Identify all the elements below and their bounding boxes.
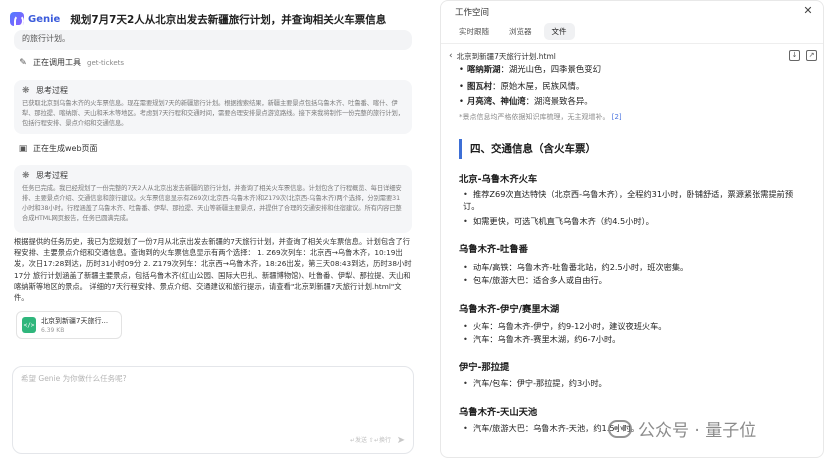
thinking-block-2[interactable]: ❋ 思考过程 任务已完成。我已经规划了一份完整的7天2人从北京出发去新疆的旅行计… — [14, 165, 412, 233]
message-composer: ↵发送 ⇧↵换行 ➤ — [12, 366, 414, 454]
route-item: • 如需更快，可选飞机直飞乌鲁木齐（约4.5小时）。 — [463, 216, 654, 226]
document-viewer[interactable]: • 喀纳斯湖：湖光山色，四季景色变幻 • 图瓦村：原始木屋，民族风情。 • 月亮湾、神… — [441, 65, 823, 457]
route-heading: 伊宁-那拉提 — [459, 362, 510, 373]
file-name: 北京到新疆7天旅行... — [41, 317, 109, 325]
tab-files[interactable]: 文件 — [543, 23, 575, 40]
file-attachment-card[interactable]: </> 北京到新疆7天旅行... 6.39 KB — [16, 311, 122, 339]
thinking-header: ❋ 思考过程 — [22, 85, 404, 96]
list-item: • 月亮湾、神仙湾：湖湾景致各异。 — [459, 96, 593, 106]
source-note: *景点信息均严格依据知识库梳理，无主观增补。 [2] — [459, 113, 622, 121]
route-item: • 汽车：乌鲁木齐-赛里木湖，约6-7小时。 — [463, 334, 621, 344]
back-chevron-icon[interactable]: ‹ — [449, 51, 453, 61]
list-item: • 喀纳斯湖：湖光山色，四季景色变幻 — [459, 65, 601, 74]
list-item: • 图瓦村：原始木屋，民族风情。 — [459, 81, 585, 91]
tool-icon: ✎ — [19, 57, 27, 68]
watermark: 公众号 · 量子位 — [608, 416, 756, 441]
route-item: • 动车/高铁：乌鲁木齐-吐鲁番北站，约2.5小时，班次密集。 — [463, 262, 689, 272]
tab-browser[interactable]: 浏览器 — [501, 23, 540, 40]
code-file-icon: </> — [22, 317, 36, 333]
file-path: 北京到新疆7天旅行计划.html — [456, 51, 556, 61]
route-heading: 乌鲁木齐-吐鲁番 — [459, 244, 528, 255]
thinking-title-2: 思考过程 — [36, 171, 68, 180]
previous-message: 的旅行计划。 — [14, 30, 412, 50]
route-item: • 汽车/包车：伊宁-那拉提，约3小时。 — [463, 378, 607, 388]
workspace-title: 工作空间 — [455, 8, 490, 18]
web-page-icon: ▣ — [18, 143, 28, 154]
chat-header: Genie 规划7月7天2人从北京出发去新疆旅行计划，并查询相关火车票信息 — [10, 8, 420, 30]
wechat-icon — [608, 419, 632, 438]
thinking-icon: ❋ — [22, 85, 30, 96]
route-heading: 乌鲁木齐-伊宁/赛里木湖 — [459, 304, 560, 315]
chat-panel: Genie 规划7月7天2人从北京出发去新疆旅行计划，并查询相关火车票信息 的旅… — [0, 0, 426, 462]
route-item: • 包车/旅游大巴：适合多人或自由行。 — [463, 275, 607, 285]
open-external-icon[interactable]: ↗ — [806, 50, 817, 61]
watermark-text: 公众号 · 量子位 — [638, 421, 757, 441]
thinking-title: 思考过程 — [36, 86, 68, 95]
divider — [441, 43, 823, 44]
close-button[interactable]: ✕ — [801, 3, 815, 17]
thinking-block[interactable]: ❋ 思考过程 已获取北京到乌鲁木齐的火车票信息。现在需要规划7天的新疆旅行计划。… — [14, 80, 412, 134]
web-page-status-label: 正在生成web页面 — [33, 144, 98, 153]
send-hint: ↵发送 ⇧↵换行 — [350, 437, 391, 444]
route-item: • 推荐Z69次直达特快（北京西-乌鲁木齐），全程约31小时，卧铺舒适，票源紧张需… — [463, 189, 794, 212]
message-input[interactable] — [21, 373, 401, 423]
route-item: • 火车：乌鲁木齐-伊宁，约9-12小时，建议夜班火车。 — [463, 321, 667, 331]
thinking-icon: ❋ — [22, 170, 30, 181]
thinking-text-2: 任务已完成。我已经规划了一份完整的7天2人从北京出发去新疆的旅行计划，并查询了相… — [22, 185, 402, 222]
download-icon[interactable]: ↓ — [789, 50, 800, 61]
assistant-answer: 根据提供的任务历史，我已为您规划了一份7月从北京出发去新疆的7天旅行计划，并查询… — [14, 237, 412, 303]
genie-logo-icon — [10, 12, 24, 27]
tool-name: get-tickets — [87, 58, 125, 67]
citation-link[interactable]: [2] — [612, 113, 622, 121]
tool-call-status: ✎ 正在调用工具 get-tickets — [18, 57, 124, 68]
web-page-status: ▣ 正在生成web页面 — [18, 143, 98, 154]
send-icon: ➤ — [396, 435, 406, 446]
workspace-panel: 工作空间 ✕ 实时跟随 浏览器 文件 ‹ 北京到新疆7天旅行计划.html ↓ … — [440, 0, 824, 458]
route-heading: 乌鲁木齐-天山天池 — [459, 407, 538, 418]
workspace-tabs: 实时跟随 浏览器 文件 — [451, 23, 575, 40]
route-heading: 北京-乌鲁木齐火车 — [459, 174, 538, 185]
tab-live-follow[interactable]: 实时跟随 — [451, 23, 497, 40]
section-heading: 四、交通信息（含火车票） — [459, 139, 803, 159]
close-icon: ✕ — [803, 4, 813, 17]
send-button[interactable]: ➤ — [395, 435, 407, 447]
thinking-header-2: ❋ 思考过程 — [22, 170, 404, 181]
thinking-text: 已获取北京到乌鲁木齐的火车票信息。现在需要规划7天的新疆旅行计划。根据搜索结果，… — [22, 100, 404, 127]
brand-name: Genie — [28, 13, 61, 25]
tool-status-label: 正在调用工具 — [33, 58, 81, 67]
file-size: 6.39 KB — [41, 327, 65, 334]
file-toolbar: ‹ 北京到新疆7天旅行计划.html ↓ ↗ — [441, 47, 823, 65]
conversation-title: 规划7月7天2人从北京出发去新疆旅行计划，并查询相关火车票信息 — [70, 13, 387, 26]
